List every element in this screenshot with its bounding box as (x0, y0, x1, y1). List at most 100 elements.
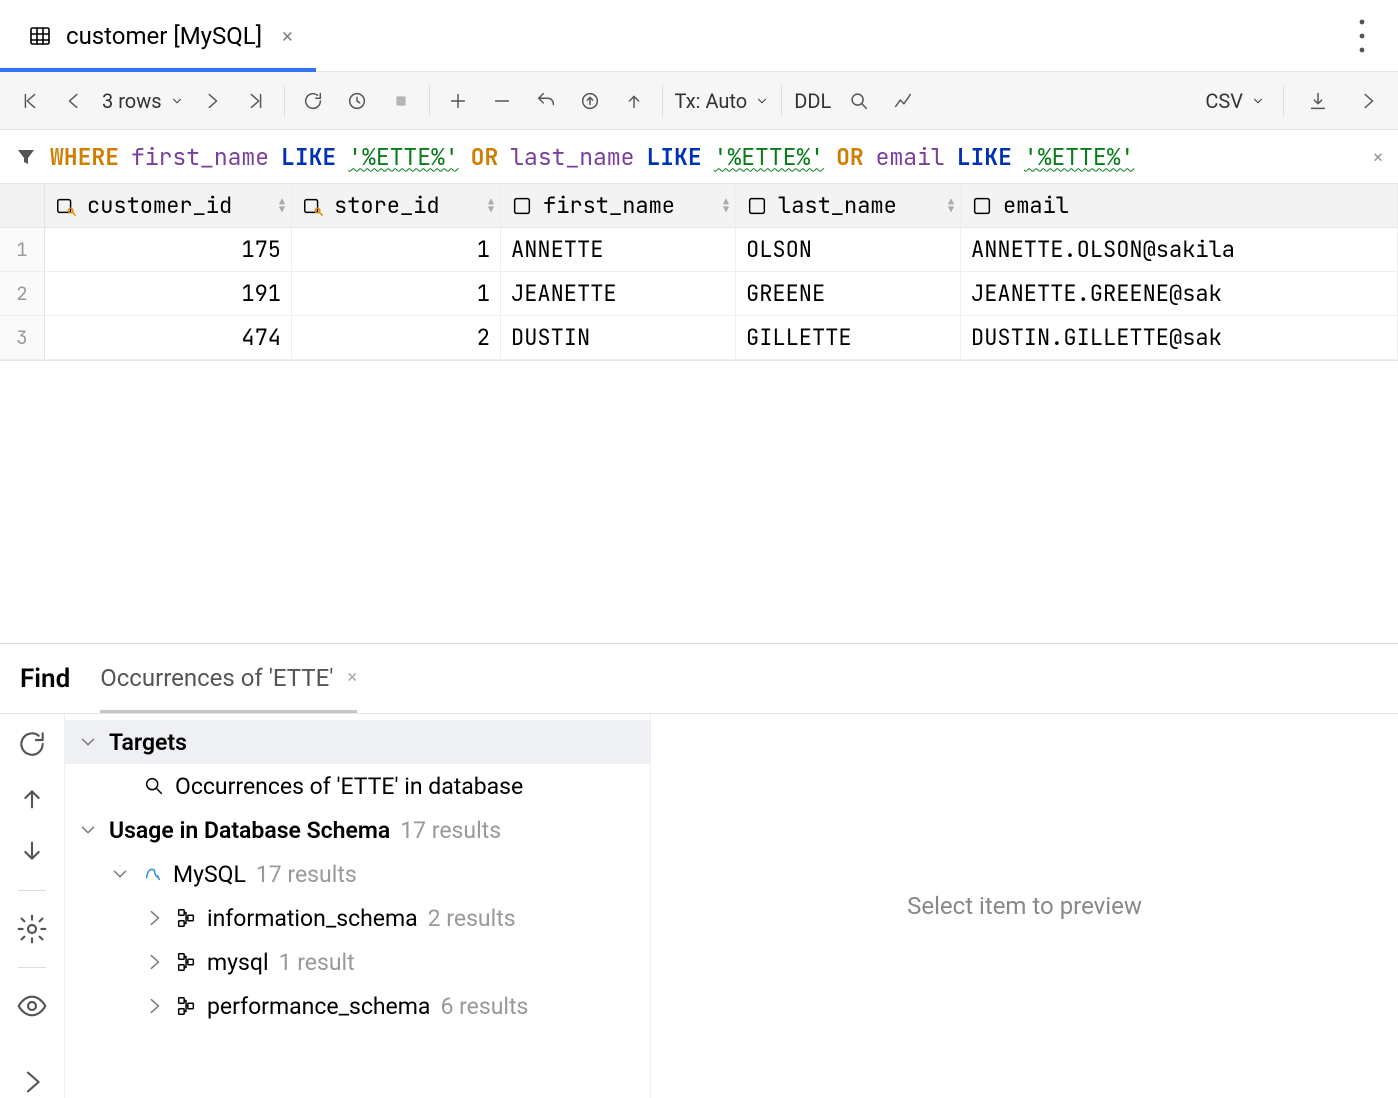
chevron-down-icon[interactable] (77, 819, 99, 841)
filter-icon (14, 145, 38, 169)
chart-button[interactable] (881, 79, 925, 123)
revert-button[interactable] (524, 79, 568, 123)
submit-button[interactable] (568, 79, 612, 123)
tree-node-mysql[interactable]: MySQL 17 results (65, 852, 650, 896)
table-row[interactable]: 1 175 1 ANNETTE OLSON ANNETTE.OLSON@saki… (0, 228, 1398, 272)
cell-last-name[interactable]: GREENE (736, 272, 961, 315)
column-header-email[interactable]: email (961, 184, 1398, 227)
upload-button[interactable] (612, 79, 656, 123)
chevron-right-icon[interactable] (143, 951, 165, 973)
first-page-button[interactable] (8, 79, 52, 123)
remove-row-button[interactable] (480, 79, 524, 123)
preview-placeholder: Select item to preview (907, 892, 1142, 920)
ddl-button[interactable]: DDL (788, 89, 837, 113)
node-label: Usage in Database Schema (109, 817, 390, 844)
column-label: last_name (778, 191, 897, 220)
tx-mode-dropdown[interactable]: Tx: Auto (669, 89, 776, 113)
row-number[interactable]: 1 (0, 228, 45, 271)
next-occurrence-button[interactable] (16, 836, 48, 868)
editor-tabbar: customer [MySQL] × (0, 0, 1398, 72)
filter-bar[interactable]: WHERE first_name LIKE '%ETTE%' OR last_n… (0, 130, 1398, 184)
cell-customer-id[interactable]: 474 (45, 316, 292, 359)
cell-email[interactable]: JEANETTE.GREENE@sak (961, 272, 1398, 315)
cell-last-name[interactable]: OLSON (736, 228, 961, 271)
ddl-label: DDL (794, 89, 831, 113)
filter-sql: WHERE first_name LIKE '%ETTE%' OR last_n… (50, 142, 1134, 172)
tree-node-usage[interactable]: Usage in Database Schema 17 results (65, 808, 650, 852)
table-row[interactable]: 3 474 2 DUSTIN GILLETTE DUSTIN.GILLETTE@… (0, 316, 1398, 360)
column-header-store-id[interactable]: store_id ▲▼ (292, 184, 501, 227)
tab-customer[interactable]: customer [MySQL] × (0, 0, 313, 71)
chevron-down-icon[interactable] (77, 731, 99, 753)
chevron-right-icon[interactable] (143, 907, 165, 929)
cell-customer-id[interactable]: 191 (45, 272, 292, 315)
find-tab-main[interactable]: Find (20, 664, 70, 694)
table-row[interactable]: 2 191 1 JEANETTE GREENE JEANETTE.GREENE@… (0, 272, 1398, 316)
prev-occurrence-button[interactable] (16, 782, 48, 814)
download-button[interactable] (1296, 79, 1340, 123)
row-number[interactable]: 3 (0, 316, 45, 359)
node-label: mysql (207, 949, 269, 976)
cell-email[interactable]: ANNETTE.OLSON@sakila (961, 228, 1398, 271)
cell-first-name[interactable]: JEANETTE (501, 272, 736, 315)
more-button[interactable] (1338, 0, 1386, 71)
column-icon (971, 195, 993, 217)
cell-store-id[interactable]: 2 (292, 316, 501, 359)
row-number[interactable]: 2 (0, 272, 45, 315)
tree-node-performance-schema[interactable]: performance_schema 6 results (65, 984, 650, 1028)
cell-store-id[interactable]: 1 (292, 272, 501, 315)
add-row-button[interactable] (436, 79, 480, 123)
expand-button[interactable] (1346, 79, 1390, 123)
search-button[interactable] (837, 79, 881, 123)
stop-button[interactable] (379, 79, 423, 123)
find-tab-label: Occurrences of 'ETTE' (100, 664, 333, 692)
chevron-right-icon[interactable] (143, 995, 165, 1017)
export-format-dropdown[interactable]: CSV (1199, 89, 1271, 113)
node-count: 6 results (440, 993, 528, 1020)
rows-dropdown[interactable]: 3 rows (96, 89, 190, 113)
column-header-last-name[interactable]: last_name ▲▼ (736, 184, 961, 227)
sort-icon[interactable]: ▲▼ (948, 198, 954, 214)
tx-mode-label: Tx: Auto (675, 89, 748, 113)
node-label: Occurrences of 'ETTE' in database (175, 773, 523, 800)
column-header-customer-id[interactable]: customer_id ▲▼ (45, 184, 292, 227)
cell-first-name[interactable]: DUSTIN (501, 316, 736, 359)
cell-last-name[interactable]: GILLETTE (736, 316, 961, 359)
rerun-button[interactable] (16, 728, 48, 760)
cell-first-name[interactable]: ANNETTE (501, 228, 736, 271)
pending-button[interactable] (335, 79, 379, 123)
close-icon[interactable]: × (347, 667, 357, 688)
grid-header: customer_id ▲▼ store_id ▲▼ first_name ▲▼… (0, 184, 1398, 228)
column-icon (511, 195, 533, 217)
chevron-down-icon[interactable] (109, 863, 131, 885)
expand-tree-button[interactable] (16, 1066, 48, 1098)
cell-customer-id[interactable]: 175 (45, 228, 292, 271)
column-header-first-name[interactable]: first_name ▲▼ (501, 184, 736, 227)
node-label: information_schema (207, 905, 418, 932)
next-page-button[interactable] (190, 79, 234, 123)
find-tab-occurrences[interactable]: Occurrences of 'ETTE' × (100, 664, 357, 694)
sort-icon[interactable]: ▲▼ (488, 198, 494, 214)
last-page-button[interactable] (234, 79, 278, 123)
settings-button[interactable] (16, 913, 48, 945)
gutter-header[interactable] (0, 184, 45, 227)
table-icon (28, 24, 52, 48)
prev-page-button[interactable] (52, 79, 96, 123)
reload-button[interactable] (291, 79, 335, 123)
tree-node-targets[interactable]: Targets (65, 720, 650, 764)
rows-label: 3 rows (102, 89, 162, 113)
cell-store-id[interactable]: 1 (292, 228, 501, 271)
sort-icon[interactable]: ▲▼ (723, 198, 729, 214)
cell-email[interactable]: DUSTIN.GILLETTE@sak (961, 316, 1398, 359)
preview-toggle-button[interactable] (16, 990, 48, 1022)
node-count: 17 results (400, 817, 501, 844)
node-count: 2 results (428, 905, 516, 932)
key-column-icon (302, 195, 324, 217)
data-grid: customer_id ▲▼ store_id ▲▼ first_name ▲▼… (0, 184, 1398, 361)
tree-node-occurrences[interactable]: Occurrences of 'ETTE' in database (65, 764, 650, 808)
tree-node-mysql-db[interactable]: mysql 1 result (65, 940, 650, 984)
close-icon[interactable]: × (282, 24, 293, 48)
sort-icon[interactable]: ▲▼ (279, 198, 285, 214)
tree-node-information-schema[interactable]: information_schema 2 results (65, 896, 650, 940)
clear-filter-button[interactable]: × (1372, 144, 1384, 170)
